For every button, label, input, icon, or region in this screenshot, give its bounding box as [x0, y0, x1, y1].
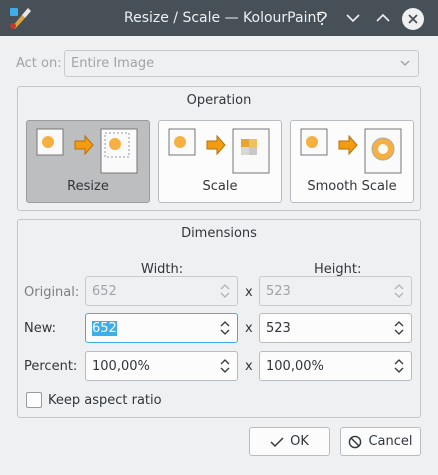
scale-option-button[interactable]: Scale — [158, 120, 282, 203]
window-title: Resize / Scale — KolourPaint — [124, 10, 322, 26]
spin-arrows-icon[interactable] — [220, 320, 230, 336]
percent-label: Percent: — [24, 359, 78, 374]
maximize-button[interactable] — [371, 6, 395, 30]
keep-aspect-ratio-label[interactable]: Keep aspect ratio — [48, 393, 162, 408]
scale-icon — [168, 128, 270, 174]
height-header: Height: — [314, 262, 362, 277]
help-button[interactable] — [310, 6, 334, 30]
original-label: Original: — [24, 285, 80, 300]
close-icon — [408, 14, 418, 24]
original-width-spinbox: 652 — [85, 276, 238, 306]
spin-arrows-icon — [220, 284, 230, 298]
chevron-down-icon — [346, 14, 360, 23]
close-button[interactable] — [402, 8, 424, 30]
smooth-scale-icon — [300, 128, 402, 174]
resize-icon — [36, 128, 138, 174]
original-width-value: 652 — [92, 284, 117, 299]
percent-height-value[interactable]: 100,00% — [266, 359, 324, 374]
times-separator: x — [245, 321, 253, 336]
spin-arrows-icon[interactable] — [394, 320, 404, 336]
spin-arrows-icon[interactable] — [220, 358, 230, 374]
spin-arrows-icon — [394, 284, 404, 298]
operation-group: Operation Resize Scale Smooth Scale — [17, 86, 421, 211]
operation-title: Operation — [186, 93, 252, 108]
title-bar: Resize / Scale — KolourPaint — [0, 0, 438, 36]
ok-label: OK — [290, 434, 309, 449]
smooth-scale-label: Smooth Scale — [307, 179, 397, 194]
act-on-label: Act on: — [16, 56, 62, 71]
minimize-button[interactable] — [341, 6, 365, 30]
act-on-combobox[interactable]: Entire Image — [64, 50, 419, 77]
percent-width-spinbox[interactable]: 100,00% — [85, 351, 238, 381]
original-height-value: 523 — [266, 284, 291, 299]
act-on-value: Entire Image — [71, 56, 155, 71]
keep-aspect-ratio-checkbox[interactable] — [26, 392, 42, 408]
new-height-value[interactable]: 523 — [266, 321, 291, 336]
percent-width-value[interactable]: 100,00% — [92, 359, 150, 374]
times-separator: x — [245, 359, 253, 374]
chevron-down-icon — [400, 60, 410, 66]
new-width-spinbox[interactable]: 652 — [85, 313, 238, 343]
resize-option-button[interactable]: Resize — [26, 120, 150, 203]
original-height-spinbox: 523 — [259, 276, 412, 306]
times-separator: x — [245, 285, 253, 300]
resize-label: Resize — [67, 179, 109, 194]
new-width-value[interactable]: 652 — [92, 321, 117, 336]
new-height-spinbox[interactable]: 523 — [259, 313, 412, 343]
dimensions-title: Dimensions — [181, 226, 257, 241]
smooth-scale-option-button[interactable]: Smooth Scale — [290, 120, 414, 203]
scale-label: Scale — [202, 179, 238, 194]
checkmark-icon — [270, 436, 284, 447]
kolourpaint-app-icon — [10, 8, 31, 29]
spin-arrows-icon[interactable] — [394, 358, 404, 374]
cancel-label: Cancel — [368, 434, 413, 449]
chevron-up-icon — [376, 13, 390, 22]
cancel-icon — [349, 435, 362, 448]
cancel-button[interactable]: Cancel — [340, 427, 421, 456]
question-mark-icon — [317, 11, 327, 26]
width-header: Width: — [141, 262, 184, 277]
percent-height-spinbox[interactable]: 100,00% — [259, 351, 412, 381]
new-label: New: — [24, 321, 57, 336]
ok-button[interactable]: OK — [249, 427, 330, 456]
